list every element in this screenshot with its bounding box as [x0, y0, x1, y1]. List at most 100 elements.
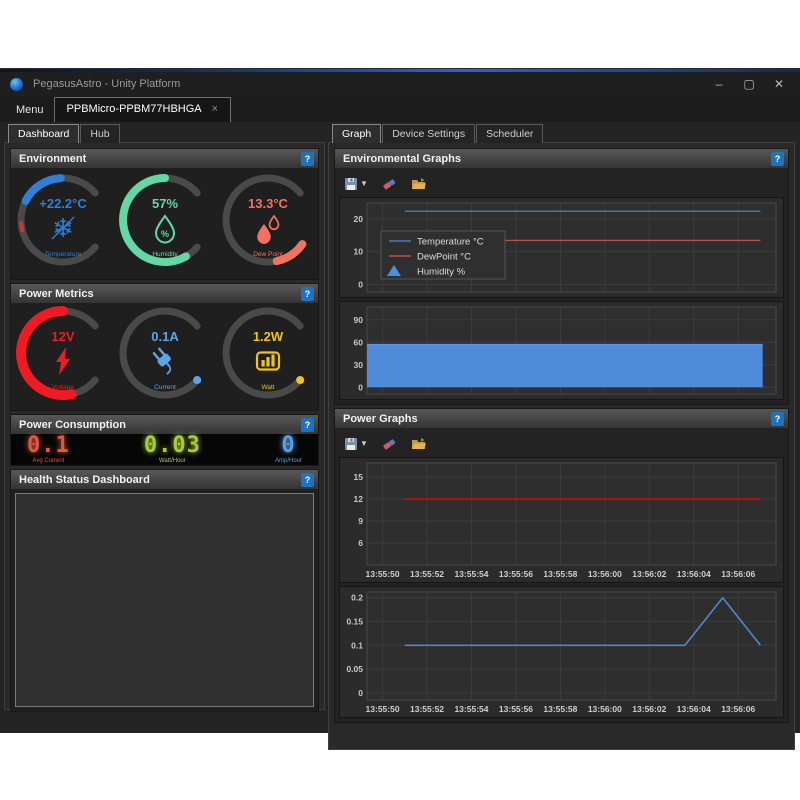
gauge-dewpoint: 13.3°C Dew Point [216, 169, 318, 279]
save-graph-button[interactable]: ▼ [341, 175, 371, 193]
voltage-chart: 69121513:55:5013:55:5213:55:5413:55:5613… [339, 457, 784, 583]
gauge-current: 0.1ACurrent [113, 302, 215, 412]
window-controls: – ▢ ✕ [704, 74, 794, 94]
help-button[interactable]: ? [771, 412, 784, 426]
power-consumption-display: 0.1Avg Current0.03Watt/Hour0Amp/Hour [11, 434, 318, 465]
clear-graph-button[interactable] [379, 435, 400, 453]
gauge-voltage: 12VVoltage [11, 302, 113, 412]
clear-graph-button[interactable] [379, 175, 400, 193]
svg-text:Humidity: Humidity [153, 251, 179, 258]
close-button[interactable]: ✕ [764, 74, 794, 94]
tab-device-settings[interactable]: Device Settings [382, 124, 475, 143]
dewpoint-icon [257, 216, 278, 244]
power-consumption-title: Power Consumption [19, 419, 126, 431]
tab-scheduler[interactable]: Scheduler [476, 124, 543, 143]
environmental-graphs-group: Environmental Graphs ? [334, 148, 789, 405]
chevron-down-icon: ▼ [360, 439, 368, 448]
help-button[interactable]: ? [301, 418, 314, 432]
help-button[interactable]: ? [771, 152, 784, 166]
svg-text:13:55:58: 13:55:58 [543, 569, 577, 579]
svg-text:20: 20 [354, 214, 364, 224]
current-icon [152, 346, 178, 373]
dashboard-body: Environment ? +22.2°C❄Temperature57%%Hum… [4, 142, 325, 710]
open-graph-button[interactable] [408, 435, 430, 453]
svg-text:13:55:52: 13:55:52 [410, 569, 444, 579]
content-area: Dashboard Hub Environment ? +22.2°C❄Temp… [0, 122, 800, 733]
readout-value: 0.03 [144, 435, 201, 457]
gauge-watt: 1.2W Watt [216, 302, 318, 412]
svg-text:13.3°C: 13.3°C [248, 196, 289, 211]
eraser-icon [382, 437, 397, 451]
main-tab-strip: Menu PPBMicro-PPBM77HBHGA × [0, 96, 800, 123]
svg-text:0.1A: 0.1A [152, 329, 180, 344]
gauge-humidity: 57%%Humidity [113, 169, 215, 279]
pegasusastro-logo-icon [10, 78, 23, 91]
power-graphs-toolbar: ▼ [339, 432, 784, 455]
voltage-icon [56, 347, 70, 375]
health-status-empty-area [15, 493, 314, 707]
tab-dashboard[interactable]: Dashboard [8, 124, 79, 143]
save-graph-button[interactable]: ▼ [341, 435, 371, 453]
open-graph-button[interactable] [408, 175, 430, 193]
svg-text:13:56:04: 13:56:04 [677, 569, 711, 579]
svg-text:10: 10 [354, 247, 364, 257]
svg-text:13:55:54: 13:55:54 [454, 704, 488, 714]
graph-panel: Graph Device Settings Scheduler Environm… [328, 124, 795, 750]
titlebar: PegasusAstro - Unity Platform – ▢ ✕ [0, 72, 800, 96]
power-graphs-title: Power Graphs [343, 413, 418, 425]
svg-text:13:55:52: 13:55:52 [410, 704, 444, 714]
svg-text:0.2: 0.2 [351, 593, 363, 603]
graph-body: Environmental Graphs ? [328, 142, 795, 750]
svg-text:Dew Point: Dew Point [253, 251, 283, 258]
screenshot-root: PegasusAstro - Unity Platform – ▢ ✕ Menu… [0, 0, 800, 800]
environmental-graphs-toolbar: ▼ [339, 172, 784, 195]
tab-close-icon[interactable]: × [212, 103, 218, 115]
readout-value: 0.1 [27, 435, 70, 457]
chevron-down-icon: ▼ [360, 179, 368, 188]
svg-text:13:56:00: 13:56:00 [588, 569, 622, 579]
power-graphs-header: Power Graphs ? [335, 409, 788, 428]
maximize-button[interactable]: ▢ [734, 74, 764, 94]
tab-device-label: PPBMicro-PPBM77HBHGA [67, 103, 202, 115]
tab-device[interactable]: PPBMicro-PPBM77HBHGA × [54, 97, 232, 122]
svg-text:13:55:50: 13:55:50 [366, 569, 400, 579]
power-consumption-group: Power Consumption ? 0.1Avg Current0.03Wa… [10, 414, 319, 466]
power-consumption-header: Power Consumption ? [11, 415, 318, 434]
eraser-icon [382, 177, 397, 191]
temperature-dewpoint-chart: 01020Temperature °CDewPoint °CHumidity % [339, 197, 784, 298]
watt-icon [257, 352, 279, 369]
svg-text:13:56:02: 13:56:02 [632, 704, 666, 714]
help-button[interactable]: ? [301, 473, 314, 487]
health-status-body [11, 489, 318, 711]
svg-text:13:55:50: 13:55:50 [366, 704, 400, 714]
environment-header: Environment ? [11, 149, 318, 168]
window-title: PegasusAstro - Unity Platform [33, 78, 180, 90]
svg-text:60: 60 [354, 337, 364, 347]
svg-text:0: 0 [358, 382, 363, 392]
environment-gauges: +22.2°C❄Temperature57%%Humidity 13.3°C Dew… [11, 168, 318, 279]
svg-text:13:56:00: 13:56:00 [588, 704, 622, 714]
help-button[interactable]: ? [301, 287, 314, 301]
right-tab-strip: Graph Device Settings Scheduler [328, 124, 795, 143]
svg-text:13:55:58: 13:55:58 [543, 704, 577, 714]
tab-hub[interactable]: Hub [80, 124, 119, 143]
folder-open-icon [411, 177, 427, 191]
save-icon [344, 177, 358, 191]
power-metrics-group: Power Metrics ? 12VVoltage0.1ACurrent1.2… [10, 283, 319, 411]
tab-menu[interactable]: Menu [6, 99, 54, 122]
minimize-button[interactable]: – [704, 74, 734, 94]
current-chart: 00.050.10.150.213:55:5013:55:5213:55:541… [339, 586, 784, 718]
svg-text:Humidity %: Humidity % [417, 267, 466, 278]
help-button[interactable]: ? [301, 152, 314, 166]
gauge-temperature: +22.2°C❄Temperature [11, 169, 113, 279]
svg-text:13:56:04: 13:56:04 [677, 704, 711, 714]
svg-text:1.2W: 1.2W [252, 329, 283, 344]
svg-text:0.05: 0.05 [346, 664, 363, 674]
dashboard-panel: Dashboard Hub Environment ? +22.2°C❄Temp… [4, 124, 325, 710]
svg-text:13:55:56: 13:55:56 [499, 569, 533, 579]
temperature-icon: ❄ [52, 213, 74, 243]
tab-graph[interactable]: Graph [332, 124, 381, 143]
svg-text:Watt: Watt [261, 384, 274, 391]
power-metrics-header: Power Metrics ? [11, 284, 318, 303]
svg-text:Temperature °C: Temperature °C [417, 237, 484, 248]
